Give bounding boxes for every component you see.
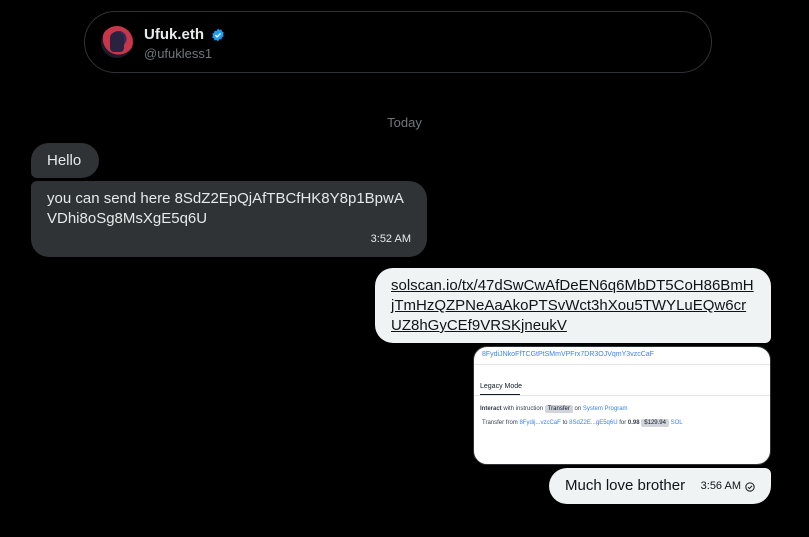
handle[interactable]: @ufukless1 <box>144 46 212 61</box>
message-text: Hello <box>47 152 82 169</box>
message-bubble-incoming[interactable]: Hello <box>31 143 99 178</box>
divider <box>474 364 770 365</box>
message-text: you can send here 8SdZ2EpQjAfTBCfHK8Y8p1… <box>47 190 404 227</box>
message-time-status: 3:56 AM <box>701 478 755 495</box>
attachment-address: 8FydiJNkoFfTCGtPtSMmVPFrx7DR3OJVqmY3vzcC… <box>482 351 654 358</box>
verified-badge-icon <box>212 28 224 42</box>
attachment-tab-label: Legacy Mode <box>480 383 523 390</box>
divider <box>474 395 770 396</box>
message-bubble-outgoing[interactable]: solscan.io/tx/47dSwCwAfDeEN6q6MbDT5CoH86… <box>375 268 771 343</box>
message-bubble-outgoing[interactable]: Much love brother 3:56 AM <box>549 468 771 504</box>
image-attachment[interactable]: 8FydiJNkoFfTCGtPtSMmVPFrx7DR3OJVqmY3vzcC… <box>473 346 771 465</box>
display-name[interactable]: Ufuk.eth <box>144 26 204 43</box>
message-bubble-incoming[interactable]: you can send here 8SdZ2EpQjAfTBCfHK8Y8p1… <box>31 181 427 257</box>
message-time: 3:56 AM <box>700 480 741 492</box>
attachment-transfer-row: Transfer from 8Fydij...vzcCaF to 8SdZ2E.… <box>482 419 683 427</box>
attachment-instruction-row: Interact with instruction Transfer on Sy… <box>480 405 628 413</box>
message-text: Much love brother <box>565 477 686 494</box>
solscan-link[interactable]: solscan.io/tx/47dSwCwAfDeEN6q6MbDT5CoH86… <box>391 276 755 336</box>
profile-card[interactable]: Ufuk.eth @ufukless1 <box>84 11 712 73</box>
message-time: 3:52 AM <box>370 233 411 245</box>
avatar[interactable] <box>101 26 133 58</box>
read-check-icon <box>745 481 755 492</box>
date-separator: Today <box>387 115 422 130</box>
